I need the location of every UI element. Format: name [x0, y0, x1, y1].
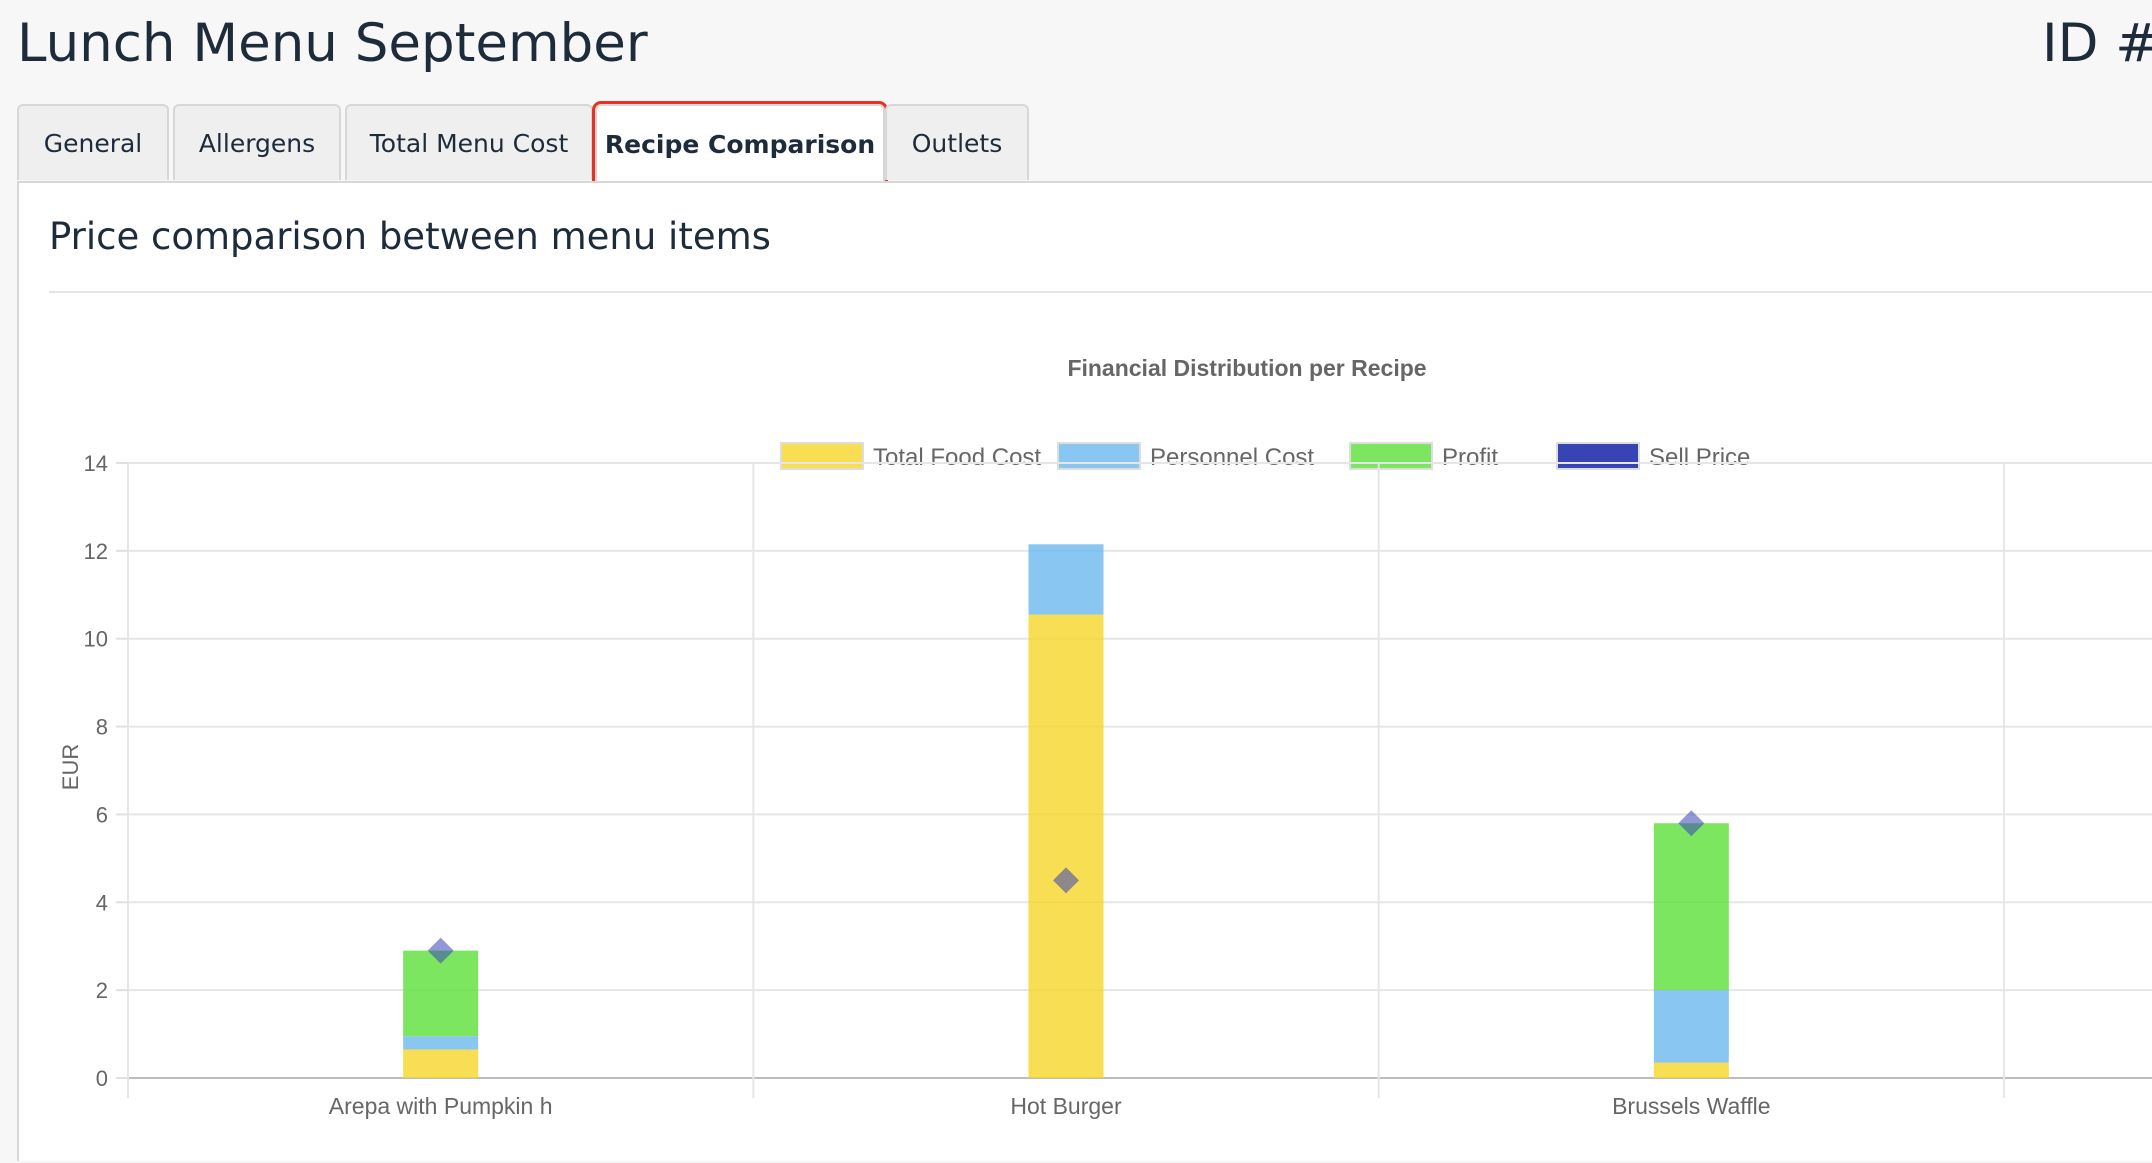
tab-allergens[interactable]: Allergens — [173, 104, 341, 180]
x-category-label: Brussels Waffle — [1612, 1093, 1771, 1119]
legend-label: Total Food Cost — [873, 444, 1041, 471]
tab-outlets[interactable]: Outlets — [885, 104, 1029, 180]
x-category-label: Arepa with Pumpkin h — [329, 1093, 553, 1119]
legend-label: Personnel Cost — [1150, 444, 1314, 471]
bar-total-food-cost — [403, 1049, 479, 1078]
x-category-label: Hot Burger — [1010, 1093, 1122, 1119]
y-axis: 0 2 4 6 8 10 12 14 — [84, 451, 128, 1091]
legend-swatch — [1349, 442, 1433, 470]
y-tick-label: 4 — [96, 890, 108, 915]
y-tick-label: 8 — [96, 715, 108, 740]
chart-legend: Total Food Cost Personnel Cost Profit Sell … — [780, 442, 1750, 471]
chart-title: Financial Distribution per Recipe — [1067, 355, 1426, 381]
y-tick-label: 6 — [96, 802, 108, 827]
x-axis: Arepa with Pumpkin h Hot Burger Brussels W… — [329, 1093, 1771, 1119]
legend-swatch — [780, 442, 864, 470]
bar-profit — [1653, 823, 1729, 991]
tab-bar: General Allergens Total Menu Cost Recipe… — [17, 101, 2152, 185]
tab-total-menu-cost[interactable]: Total Menu Cost — [345, 104, 593, 180]
tab-general[interactable]: General — [17, 104, 169, 180]
record-id-label: ID # — [2042, 13, 2152, 74]
legend-swatch — [1556, 442, 1640, 470]
legend-label: Profit — [1442, 444, 1498, 471]
y-tick-label: 10 — [84, 627, 108, 652]
legend-label: Sell Price — [1649, 444, 1750, 471]
y-axis-label: EUR — [58, 744, 83, 790]
page-title: Lunch Menu September — [17, 13, 648, 74]
recipe-comparison-panel: Price comparison between menu items Fina… — [17, 181, 2152, 1161]
y-tick-label: 12 — [84, 539, 108, 564]
bar-personnel-cost — [1653, 990, 1729, 1063]
legend-swatch — [1057, 442, 1141, 470]
bar-total-food-cost — [1653, 1062, 1729, 1078]
tab-recipe-comparison[interactable]: Recipe Comparison — [592, 101, 888, 185]
chart-bars — [403, 544, 1729, 1078]
y-tick-label: 0 — [96, 1066, 108, 1091]
financial-distribution-chart: Financial Distribution per Recipe Total … — [58, 355, 2152, 1119]
y-tick-label: 2 — [96, 978, 108, 1003]
y-tick-label: 14 — [84, 451, 108, 476]
bar-personnel-cost — [1028, 544, 1104, 615]
bar-personnel-cost — [403, 1036, 479, 1050]
bar-total-food-cost — [1028, 614, 1104, 1078]
